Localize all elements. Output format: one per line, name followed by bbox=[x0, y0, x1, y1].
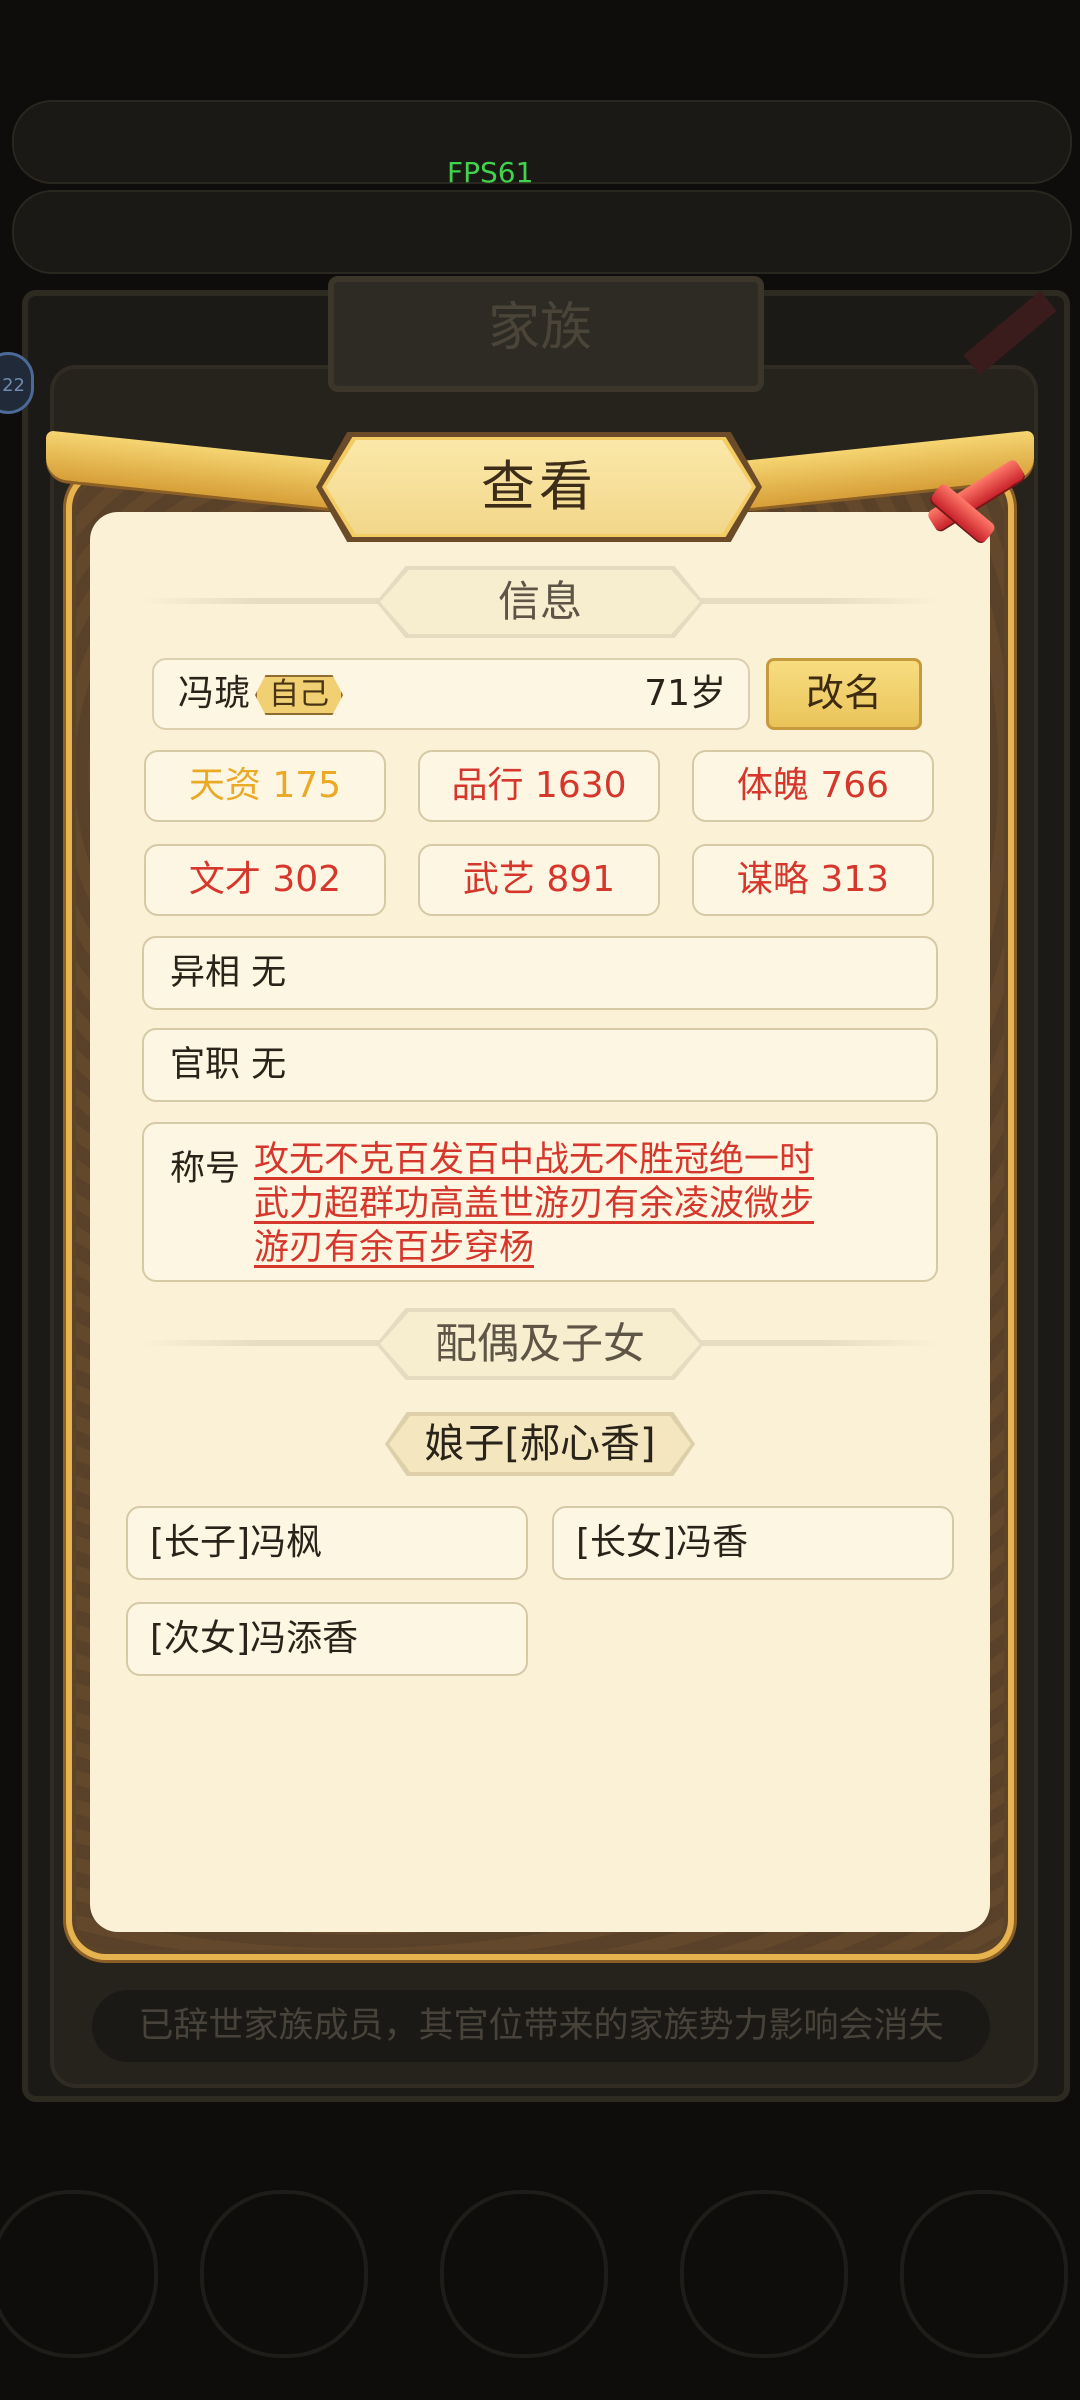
nav-ring-3 bbox=[440, 2190, 608, 2358]
member-age: 71岁 bbox=[644, 673, 726, 714]
honor-titles-list[interactable]: 攻无不克百发百中战无不胜冠绝一时 武力超群功高盖世游刃有余凌波微步 游刃有余百步… bbox=[254, 1138, 894, 1270]
dialog-title: 查看 bbox=[481, 455, 597, 518]
child-item[interactable]: [次女]冯添香 bbox=[126, 1602, 528, 1676]
resource-bar-second bbox=[12, 190, 1072, 274]
spouse-section-header: 配偶及子女 bbox=[380, 1312, 700, 1376]
close-button[interactable] bbox=[916, 444, 1036, 544]
stat-conduct: 品行 1630 bbox=[418, 750, 660, 822]
office-text: 官职 无 bbox=[170, 1045, 287, 1085]
stat-strategy: 谋略 313 bbox=[692, 844, 934, 916]
self-badge: 自己 bbox=[255, 675, 343, 715]
nav-ring-4 bbox=[680, 2190, 848, 2358]
member-name: 冯琥 bbox=[178, 673, 251, 714]
fps-counter: FPS61 bbox=[447, 156, 534, 189]
stat-martial: 武艺 891 bbox=[418, 844, 660, 916]
spouse-tag[interactable]: 娘子[郝心香] bbox=[389, 1416, 691, 1472]
stat-literary: 文才 302 bbox=[144, 844, 386, 916]
deceased-notice: 已辞世家族成员，其官位带来的家族势力影响会消失 bbox=[92, 1990, 990, 2062]
info-section-header: 信息 bbox=[380, 570, 700, 634]
family-title: 家族 bbox=[487, 298, 592, 358]
nav-ring-1 bbox=[0, 2190, 158, 2358]
appearance-text: 异相 无 bbox=[170, 953, 287, 993]
honor-titles-line-1: 攻无不克百发百中战无不胜冠绝一时 bbox=[254, 1140, 815, 1180]
honor-titles-line-2: 武力超群功高盖世游刃有余凌波微步 bbox=[254, 1184, 815, 1224]
nav-ring-2 bbox=[200, 2190, 368, 2358]
resource-bar-top bbox=[12, 100, 1072, 184]
nav-ring-5 bbox=[900, 2190, 1068, 2358]
stat-physique: 体魄 766 bbox=[692, 750, 934, 822]
stat-talent: 天资 175 bbox=[144, 750, 386, 822]
child-item[interactable]: [长女]冯香 bbox=[552, 1506, 954, 1580]
honor-titles-label: 称号 bbox=[170, 1149, 241, 1189]
honor-titles-line-3: 游刃有余百步穿杨 bbox=[254, 1228, 535, 1268]
child-item[interactable]: [长子]冯枫 bbox=[126, 1506, 528, 1580]
rename-button[interactable]: 改名 bbox=[766, 658, 922, 730]
